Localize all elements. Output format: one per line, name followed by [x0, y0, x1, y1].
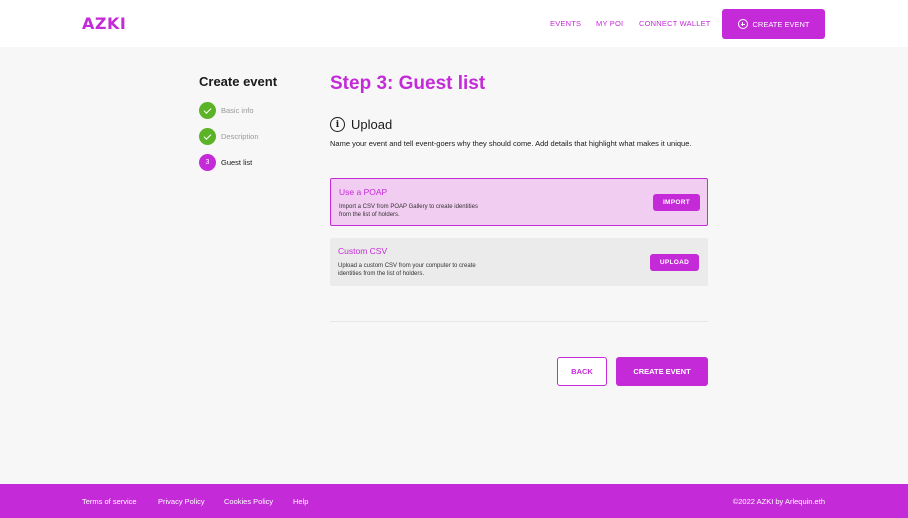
- footer-cookies-link[interactable]: Cookies Policy: [224, 497, 273, 506]
- footer-help-link[interactable]: Help: [293, 497, 308, 506]
- footer-terms-link[interactable]: Terms of service: [82, 497, 137, 506]
- create-event-button[interactable]: CREATE EVENT: [616, 357, 708, 386]
- page-title: Step 3: Guest list: [330, 73, 486, 94]
- footer: Terms of service Privacy Policy Cookies …: [0, 484, 908, 518]
- check-icon: [199, 102, 216, 119]
- app-logo[interactable]: AZKI: [82, 14, 126, 33]
- step-label: Guest list: [221, 158, 253, 167]
- footer-privacy-link[interactable]: Privacy Policy: [158, 497, 205, 506]
- nav-events[interactable]: EVENTS: [550, 19, 581, 28]
- custom-csv-option-card[interactable]: Custom CSV Upload a custom CSV from your…: [330, 238, 708, 286]
- upload-button[interactable]: UPLOAD: [650, 254, 699, 271]
- step-description[interactable]: Description: [199, 128, 259, 145]
- back-button[interactable]: BACK: [557, 357, 607, 386]
- card-title: Use a POAP: [339, 187, 388, 197]
- info-icon: i: [330, 117, 345, 132]
- sidebar-title: Create event: [199, 74, 278, 89]
- step-number-badge: 3: [199, 154, 216, 171]
- header-create-event-button[interactable]: CREATE EVENT: [722, 9, 825, 39]
- section-title: Upload: [351, 117, 393, 132]
- plus-circle-icon: [737, 19, 748, 29]
- step-label: Basic info: [221, 106, 254, 115]
- card-description: Import a CSV from POAP Gallery to create…: [339, 204, 478, 218]
- card-title: Custom CSV: [338, 246, 388, 256]
- footer-copyright: ©2022 AZKI by Arlequin.eth: [732, 497, 825, 506]
- check-icon: [199, 128, 216, 145]
- upload-section-header: i Upload: [330, 117, 392, 132]
- section-description: Name your event and tell event-goers why…: [330, 139, 692, 148]
- top-header: AZKI EVENTS MY POI CONNECT WALLET CREATE…: [0, 0, 908, 47]
- divider: [330, 321, 708, 322]
- step-label: Description: [221, 132, 259, 141]
- nav-connect-wallet[interactable]: CONNECT WALLET: [639, 19, 711, 28]
- header-create-event-label: CREATE EVENT: [752, 19, 810, 29]
- import-button[interactable]: IMPORT: [653, 194, 700, 211]
- step-basic-info[interactable]: Basic info: [199, 102, 254, 119]
- card-description: Upload a custom CSV from your computer t…: [338, 263, 476, 277]
- poap-option-card[interactable]: Use a POAP Import a CSV from POAP Galler…: [330, 178, 708, 226]
- step-guest-list[interactable]: 3 Guest list: [199, 154, 252, 171]
- nav-my-poi[interactable]: MY POI: [596, 19, 623, 28]
